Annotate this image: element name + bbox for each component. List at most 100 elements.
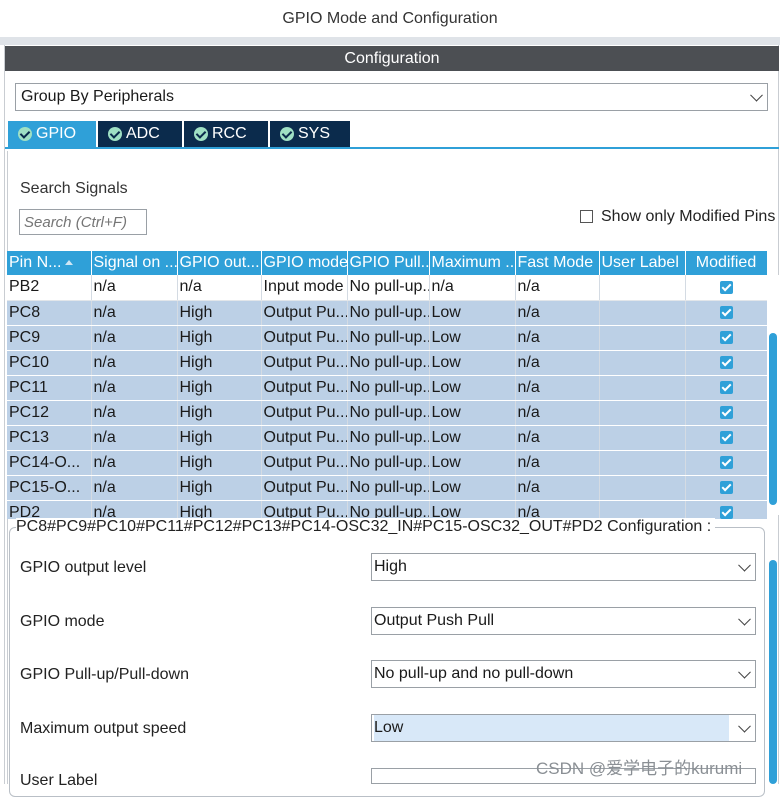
cell-mode: Output Pu... [261, 400, 348, 426]
table-row[interactable]: PC9 n/a High Output Pu... No pull-up... Low n/… [7, 325, 767, 351]
column-header-pin[interactable]: Pin N... [7, 251, 92, 275]
cell-pin: PC12 [7, 400, 92, 426]
modified-checkbox[interactable] [719, 505, 733, 519]
table-row[interactable]: PC14-O... n/a High Output Pu... No pull-up..… [7, 450, 767, 476]
column-header-signal[interactable]: Signal on ... [91, 251, 178, 275]
cell-pull: No pull-up... [347, 350, 430, 376]
cell-output: High [177, 350, 262, 376]
table-row[interactable]: PC12 n/a High Output Pu... No pull-up... Low n… [7, 400, 767, 426]
cell-output: High [177, 325, 262, 351]
chevron-down-icon [738, 665, 751, 679]
max-output-speed-select[interactable]: Low [371, 714, 756, 742]
column-header-mode[interactable]: GPIO mode [261, 251, 348, 275]
table-row[interactable]: PC10 n/a High Output Pu... No pull-up... Low n… [7, 350, 767, 376]
cell-pull: No pull-up... [347, 400, 430, 426]
cell-modified [685, 475, 767, 501]
cell-mode: Output Pu... [261, 350, 348, 376]
cell-mode: Output Pu... [261, 425, 348, 451]
table-row[interactable]: PC13 n/a High Output Pu... No pull-up... Low n… [7, 425, 767, 451]
check-circle-icon [108, 127, 122, 141]
cell-label [599, 300, 686, 326]
table-header-row: Pin N... Signal on ... GPIO out... GPIO … [7, 251, 767, 275]
tab-sys[interactable]: SYS [270, 121, 350, 147]
table-row[interactable]: PC15-O... n/a High Output Pu... No pull-up..… [7, 475, 767, 501]
cell-modified [685, 375, 767, 401]
column-header-user-label[interactable]: User Label [599, 251, 686, 275]
cell-signal: n/a [91, 450, 178, 476]
cell-signal: n/a [91, 375, 178, 401]
modified-checkbox[interactable] [719, 355, 733, 369]
cell-pin: PC14-O... [7, 450, 92, 476]
modified-checkbox[interactable] [719, 330, 733, 344]
cell-fast: n/a [515, 500, 600, 519]
modified-checkbox[interactable] [719, 405, 733, 419]
cell-signal: n/a [91, 325, 178, 351]
table-scrollbar-thumb[interactable] [769, 333, 777, 505]
column-header-pull[interactable]: GPIO Pull... [347, 251, 430, 275]
cell-signal: n/a [91, 475, 178, 501]
cell-signal: n/a [91, 400, 178, 426]
table-row[interactable]: PD2 n/a High Output Pu... No pull-up... Low n/… [7, 500, 767, 519]
check-circle-icon [18, 127, 32, 141]
cell-speed: Low [429, 500, 516, 519]
pin-table: Pin N... Signal on ... GPIO out... GPIO … [7, 251, 767, 519]
gpio-pull-select[interactable]: No pull-up and no pull-down [371, 660, 756, 688]
tab-gpio[interactable]: GPIO [8, 121, 96, 147]
cell-fast: n/a [515, 400, 600, 426]
search-input[interactable] [19, 209, 147, 235]
tab-rcc[interactable]: RCC [184, 121, 268, 147]
column-header-modified[interactable]: Modified [685, 251, 767, 275]
cell-signal: n/a [91, 425, 178, 451]
cell-fast: n/a [515, 300, 600, 326]
column-header-fast-mode[interactable]: Fast Mode [515, 251, 600, 275]
cell-fast: n/a [515, 350, 600, 376]
cell-mode: Output Pu... [261, 300, 348, 326]
modified-checkbox[interactable] [719, 305, 733, 319]
cell-modified [685, 425, 767, 451]
column-header-output[interactable]: GPIO out... [177, 251, 262, 275]
modified-checkbox[interactable] [719, 280, 733, 294]
modified-checkbox[interactable] [719, 380, 733, 394]
gpio-output-level-select[interactable]: High [371, 553, 756, 581]
cell-fast: n/a [515, 425, 600, 451]
cell-speed: Low [429, 350, 516, 376]
modified-checkbox[interactable] [719, 455, 733, 469]
cell-label [599, 350, 686, 376]
cell-pull: No pull-up... [347, 300, 430, 326]
tab-adc[interactable]: ADC [98, 121, 182, 147]
cell-pin: PC8 [7, 300, 92, 326]
cell-modified [685, 450, 767, 476]
configuration-header: Configuration [5, 46, 779, 71]
table-row[interactable]: PC11 n/a High Output Pu... No pull-up... Low n… [7, 375, 767, 401]
property-label: Maximum output speed [20, 720, 187, 737]
table-row[interactable]: PB2 n/a n/a Input mode No pull-up... n/a n/a [7, 275, 767, 301]
cell-speed: Low [429, 400, 516, 426]
cell-pin: PD2 [7, 500, 92, 519]
gpio-mode-select[interactable]: Output Push Pull [371, 607, 756, 635]
cell-speed: Low [429, 450, 516, 476]
cell-signal: n/a [91, 275, 178, 301]
cell-modified [685, 300, 767, 326]
cell-speed: Low [429, 325, 516, 351]
cell-output: High [177, 425, 262, 451]
cell-pull: No pull-up... [347, 375, 430, 401]
cell-output: n/a [177, 275, 262, 301]
cell-mode: Output Pu... [261, 375, 348, 401]
table-row[interactable]: PC8 n/a High Output Pu... No pull-up... Low n/… [7, 300, 767, 326]
select-value: High [374, 558, 407, 575]
group-by-value: Group By Peripherals [21, 88, 174, 105]
column-header-speed[interactable]: Maximum ... [429, 251, 516, 275]
cell-mode: Output Pu... [261, 500, 348, 519]
select-value: Low [374, 715, 729, 741]
cell-speed: Low [429, 300, 516, 326]
modified-checkbox[interactable] [719, 430, 733, 444]
cell-modified [685, 350, 767, 376]
chevron-down-icon [738, 558, 751, 572]
cell-label [599, 275, 686, 301]
modified-checkbox[interactable] [719, 480, 733, 494]
show-modified-label: Show only Modified Pins [601, 208, 776, 225]
show-modified-checkbox[interactable] [580, 210, 593, 223]
check-circle-icon [194, 127, 208, 141]
group-by-select[interactable]: Group By Peripherals [15, 83, 768, 111]
config-scrollbar-thumb[interactable] [769, 560, 777, 784]
